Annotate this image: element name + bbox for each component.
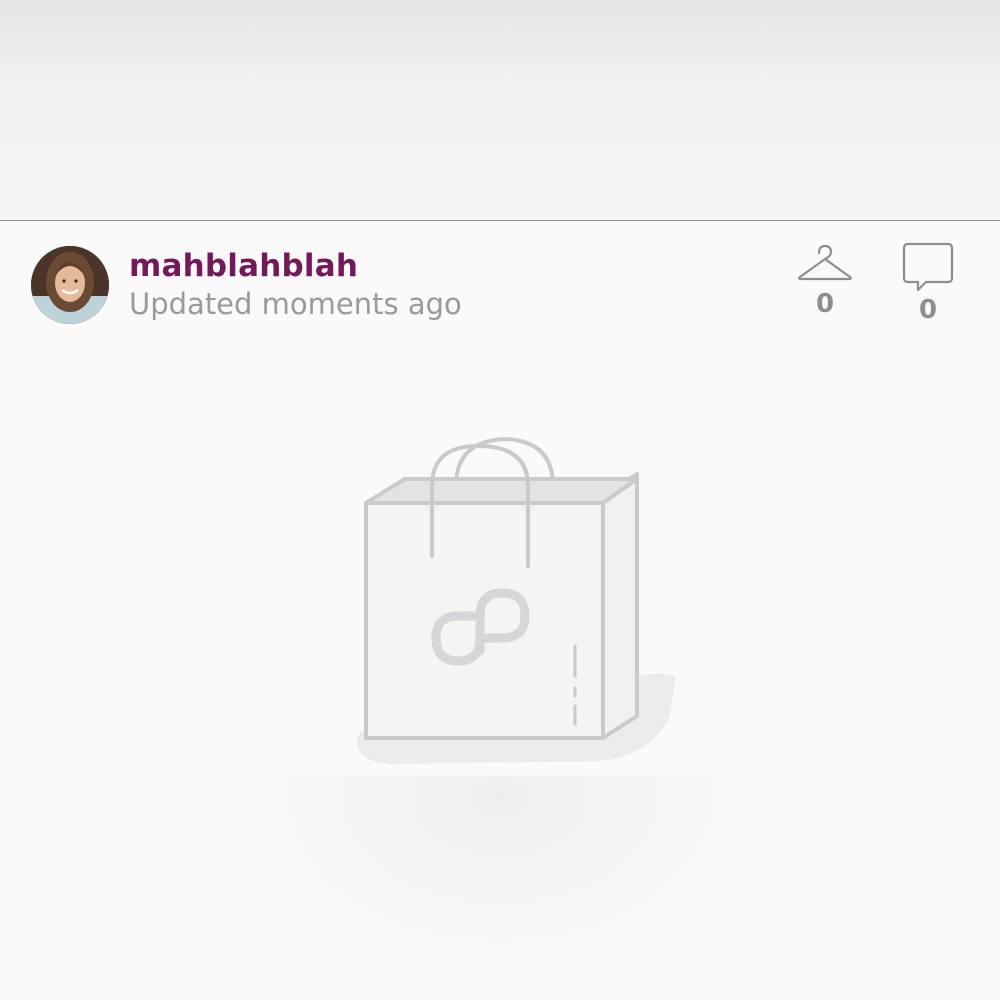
- comments-count: 0: [918, 295, 938, 325]
- placeholder-shadow: [200, 776, 800, 1000]
- post-card: mahblahblah Updated moments ago 0 0: [0, 221, 1000, 1000]
- likes-count: 0: [815, 289, 835, 319]
- comments-stat[interactable]: 0: [893, 241, 963, 325]
- updated-timestamp: Updated moments ago: [129, 287, 462, 321]
- avatar-photo: [31, 246, 109, 324]
- username[interactable]: mahblahblah: [129, 248, 358, 284]
- likes-stat[interactable]: 0: [790, 241, 860, 319]
- hanger-icon: [790, 241, 860, 285]
- shopping-bag-icon: [330, 406, 690, 766]
- speech-bubble-icon: [893, 241, 963, 291]
- cover-image-area: [0, 0, 1000, 221]
- avatar[interactable]: [31, 246, 109, 324]
